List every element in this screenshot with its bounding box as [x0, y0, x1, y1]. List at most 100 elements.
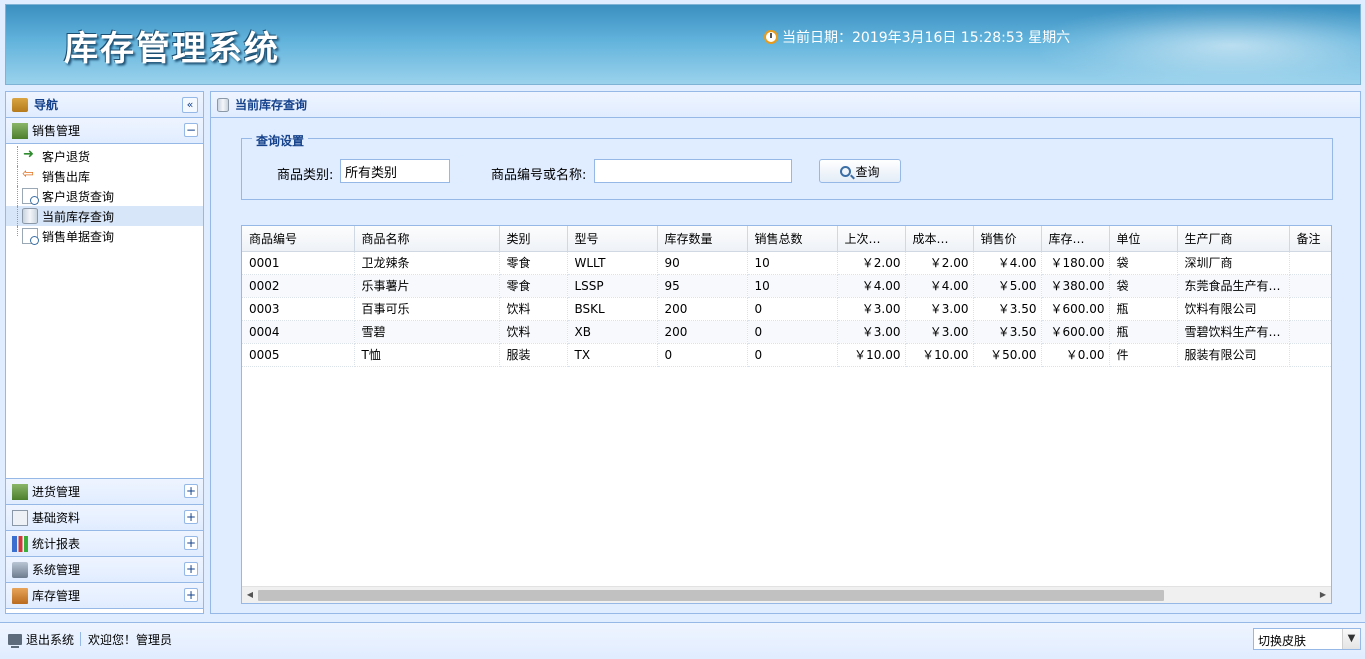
tree-item-label: 销售出库 — [42, 169, 91, 184]
tree-item-sales-outbound[interactable]: 销售出库 — [6, 166, 203, 186]
query-legend: 查询设置 — [252, 132, 309, 149]
column-header[interactable]: 生产厂商 — [1177, 226, 1290, 252]
expand-icon[interactable]: + — [184, 484, 198, 498]
document-search-icon — [22, 188, 39, 205]
table-cell: 百事可乐 — [354, 297, 500, 321]
table-cell: 瓶 — [1109, 320, 1178, 344]
status-bar: 退出系统 欢迎您！管理员 切换皮肤 ▼ — [0, 622, 1365, 659]
table-cell: 0 — [747, 297, 838, 321]
column-header[interactable]: 类别 — [499, 226, 568, 252]
divider — [80, 632, 81, 646]
scrollbar-thumb[interactable] — [258, 590, 1164, 601]
column-header[interactable]: 销售总数 — [747, 226, 838, 252]
table-cell: 服装有限公司 — [1177, 343, 1290, 367]
table-cell: ￥600.00 — [1041, 320, 1110, 344]
scroll-right-icon[interactable]: ▶ — [1317, 589, 1329, 601]
column-header[interactable]: 型号 — [567, 226, 658, 252]
table-cell: ￥10.00 — [905, 343, 974, 367]
table-cell: 雪碧饮料生产有… — [1177, 320, 1290, 344]
collapse-panel-button[interactable]: « — [182, 97, 198, 113]
accordion-reports[interactable]: 统计报表 + — [6, 531, 203, 557]
expand-icon[interactable]: + — [184, 562, 198, 576]
scroll-left-icon[interactable]: ◀ — [244, 589, 256, 601]
expand-icon[interactable]: + — [184, 536, 198, 550]
table-cell: 0003 — [242, 297, 355, 321]
tree-item-label: 客户退货查询 — [42, 189, 115, 204]
search-icon — [840, 165, 852, 177]
tree-item-sales-doc-query[interactable]: 销售单据查询 — [6, 226, 203, 246]
table-cell: 零食 — [499, 274, 568, 298]
chart-icon — [12, 535, 28, 552]
column-header[interactable]: 库存数量 — [657, 226, 748, 252]
column-header[interactable]: 销售价 — [973, 226, 1042, 252]
expand-icon[interactable]: + — [184, 588, 198, 602]
search-button[interactable]: 查询 — [819, 159, 901, 183]
table-cell: T恤 — [354, 343, 500, 367]
database-icon — [22, 208, 38, 224]
column-header[interactable]: 上次… — [837, 226, 906, 252]
tree-item-return-query[interactable]: 客户退货查询 — [6, 186, 203, 206]
tree-item-stock-query[interactable]: 当前库存查询 — [6, 206, 203, 226]
column-header[interactable]: 商品编号 — [242, 226, 355, 252]
accordion-sales-body: 客户退货 销售出库 客户退货查询 当前库存查询 销售单据查询 — [6, 144, 203, 479]
database-icon — [217, 97, 229, 112]
keyword-field[interactable] — [594, 159, 792, 183]
system-title: 库存管理系统 — [64, 29, 280, 69]
column-header[interactable]: 库存… — [1041, 226, 1110, 252]
table-cell: 0 — [657, 343, 748, 367]
accordion-label: 系统管理 — [32, 563, 81, 577]
table-row[interactable]: 0001 卫龙辣条 零食 WLLT 90 10 ￥2.00 ￥2.00 ￥4.00 ￥180.00… — [242, 251, 1331, 275]
category-field[interactable] — [340, 159, 450, 183]
table-cell: ￥50.00 — [973, 343, 1042, 367]
table-row[interactable]: 0005 T恤 服装 TX 0 0 ￥10.00 ￥10.00 ￥50.00 ￥0.00 件服装有限… — [242, 343, 1331, 367]
table-cell: 0001 — [242, 251, 355, 275]
column-header[interactable]: 备注 — [1289, 226, 1331, 252]
logout-button[interactable]: 退出系统 — [8, 631, 74, 648]
table-row[interactable]: 0004 雪碧 饮料 XB 200 0 ￥3.00 ￥3.00 ￥3.50 ￥600.00 瓶雪碧饮… — [242, 320, 1331, 344]
tree-item-label: 当前库存查询 — [42, 209, 115, 224]
table-cell: 90 — [657, 251, 748, 275]
tree-item-label: 销售单据查询 — [42, 229, 115, 244]
table-cell: 乐事薯片 — [354, 274, 500, 298]
table-row[interactable]: 0002 乐事薯片 零食 LSSP 95 10 ￥4.00 ￥4.00 ￥5.00 ￥380.00… — [242, 274, 1331, 298]
column-header[interactable]: 成本… — [905, 226, 974, 252]
table-cell: 件 — [1109, 343, 1178, 367]
horizontal-scrollbar[interactable]: ◀ ▶ — [242, 586, 1331, 603]
tree-item-label: 客户退货 — [42, 149, 91, 164]
column-header[interactable]: 单位 — [1109, 226, 1178, 252]
accordion-purchase[interactable]: 进货管理 + — [6, 479, 203, 505]
accordion-inventory[interactable]: 库存管理 + — [6, 583, 203, 609]
table-cell: ￥4.00 — [973, 251, 1042, 275]
chevron-down-icon[interactable]: ▼ — [1342, 629, 1360, 649]
table-cell: 95 — [657, 274, 748, 298]
table-cell: 0002 — [242, 274, 355, 298]
table-cell: 200 — [657, 297, 748, 321]
table-cell: 袋 — [1109, 251, 1178, 275]
accordion-base-data[interactable]: 基础资料 + — [6, 505, 203, 531]
tree-item-customer-return[interactable]: 客户退货 — [6, 146, 203, 166]
column-header[interactable]: 商品名称 — [354, 226, 500, 252]
sales-icon — [12, 122, 28, 139]
accordion-system[interactable]: 系统管理 + — [6, 557, 203, 583]
skin-select[interactable]: 切换皮肤 ▼ — [1253, 628, 1361, 650]
skin-select-value: 切换皮肤 — [1258, 634, 1307, 648]
table-cell: 0 — [747, 343, 838, 367]
accordion-sales[interactable]: 销售管理 − — [6, 118, 203, 144]
accordion-label: 统计报表 — [32, 537, 81, 551]
expand-icon[interactable]: + — [184, 510, 198, 524]
nav-title: 导航 — [34, 98, 59, 112]
collapse-icon[interactable]: − — [184, 123, 198, 137]
nav-panel-header: 导航 — [6, 92, 203, 118]
table-cell: 10 — [747, 274, 838, 298]
inventory-icon — [12, 587, 28, 604]
table-row[interactable]: 0003 百事可乐 饮料 BSKL 200 0 ￥3.00 ￥3.00 ￥3.50 ￥600.00… — [242, 297, 1331, 321]
table-body: 0001 卫龙辣条 零食 WLLT 90 10 ￥2.00 ￥2.00 ￥4.00 ￥180.00… — [242, 251, 1331, 367]
current-date-text: 当前日期：2019年3月16日 15:28:53 星期六 — [782, 30, 1071, 46]
table-cell: 服装 — [499, 343, 568, 367]
table-cell: ￥4.00 — [837, 274, 906, 298]
table-cell — [1289, 343, 1331, 367]
table-cell — [1289, 251, 1331, 275]
return-arrow-icon — [22, 147, 38, 164]
table-cell: TX — [567, 343, 658, 367]
page-title: 当前库存查询 — [235, 98, 308, 112]
